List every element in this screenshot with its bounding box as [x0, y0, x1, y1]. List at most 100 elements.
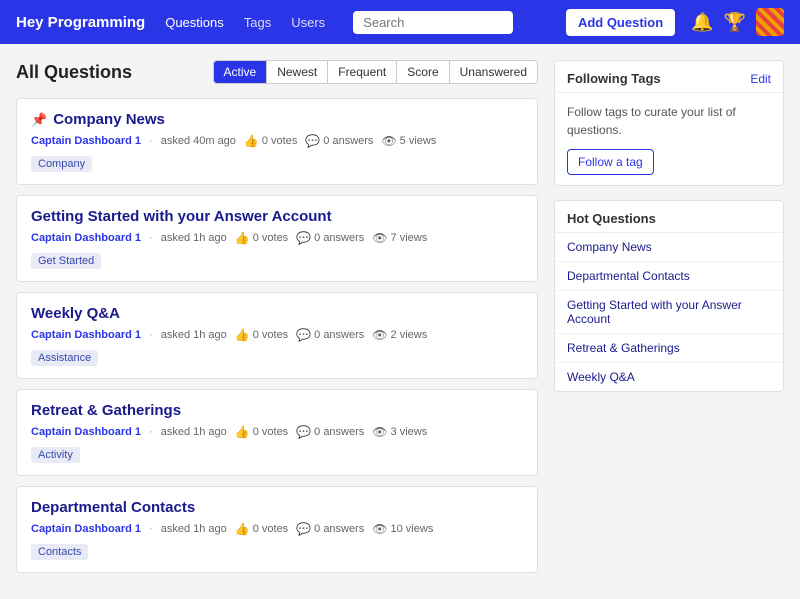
comment-icon: 💬: [296, 522, 311, 536]
question-tag[interactable]: Company: [31, 156, 92, 172]
question-item: 📌 Company News Captain Dashboard 1 · ask…: [16, 98, 538, 185]
eye-icon: 👁: [372, 231, 387, 245]
question-meta: Captain Dashboard 1 · asked 40m ago 👍 0 …: [31, 134, 523, 148]
hot-questions-list: Company NewsDepartmental ContactsGetting…: [555, 233, 783, 391]
tab-unanswered[interactable]: Unanswered: [450, 61, 537, 83]
question-meta: Captain Dashboard 1 · asked 1h ago 👍 0 v…: [31, 231, 523, 245]
search-input[interactable]: [353, 11, 513, 34]
question-meta: Captain Dashboard 1 · asked 1h ago 👍 0 v…: [31, 425, 523, 439]
question-item: Departmental Contacts Captain Dashboard …: [16, 486, 538, 573]
hot-question-item[interactable]: Departmental Contacts: [555, 262, 783, 291]
meta-votes: 👍 0 votes: [235, 425, 288, 439]
navbar: Hey Programming Questions Tags Users Add…: [0, 0, 800, 44]
meta-answers: 💬 0 answers: [296, 231, 364, 245]
hot-question-item[interactable]: Weekly Q&A: [555, 363, 783, 391]
trophy-icon[interactable]: 🏆: [724, 12, 746, 33]
all-questions-header: All Questions Active Newest Frequent Sco…: [16, 60, 538, 84]
hot-question-item[interactable]: Getting Started with your Answer Account: [555, 291, 783, 334]
hot-question-item[interactable]: Retreat & Gatherings: [555, 334, 783, 363]
following-tags-header: Following Tags Edit: [555, 61, 783, 93]
sidebar: Following Tags Edit Follow tags to curat…: [554, 60, 784, 583]
questions-column: All Questions Active Newest Frequent Sco…: [16, 60, 538, 583]
tab-newest[interactable]: Newest: [267, 61, 328, 83]
meta-views: 👁 3 views: [372, 425, 427, 439]
navbar-icon-group: 🔔 🏆: [691, 8, 784, 36]
question-tag[interactable]: Assistance: [31, 350, 98, 366]
question-item: Retreat & Gatherings Captain Dashboard 1…: [16, 389, 538, 476]
meta-answers: 💬 0 answers: [305, 134, 373, 148]
meta-author[interactable]: Captain Dashboard 1: [31, 232, 141, 244]
thumbs-up-icon: 👍: [235, 522, 250, 536]
meta-author[interactable]: Captain Dashboard 1: [31, 329, 141, 341]
tab-score[interactable]: Score: [397, 61, 449, 83]
comment-icon: 💬: [296, 425, 311, 439]
meta-time: asked 1h ago: [161, 426, 227, 438]
meta-time: asked 1h ago: [161, 329, 227, 341]
meta-time: asked 1h ago: [161, 523, 227, 535]
question-title[interactable]: Getting Started with your Answer Account: [31, 208, 523, 225]
meta-answers: 💬 0 answers: [296, 425, 364, 439]
meta-time: asked 1h ago: [161, 232, 227, 244]
hot-questions-card: Hot Questions Company NewsDepartmental C…: [554, 200, 784, 392]
question-title[interactable]: Weekly Q&A: [31, 305, 523, 322]
nav-users[interactable]: Users: [287, 13, 329, 32]
tab-active[interactable]: Active: [214, 61, 268, 83]
question-meta: Captain Dashboard 1 · asked 1h ago 👍 0 v…: [31, 328, 523, 342]
questions-list: 📌 Company News Captain Dashboard 1 · ask…: [16, 98, 538, 573]
meta-sep: ·: [149, 426, 153, 438]
eye-icon: 👁: [372, 522, 387, 536]
question-title[interactable]: 📌 Company News: [31, 111, 523, 128]
meta-author[interactable]: Captain Dashboard 1: [31, 426, 141, 438]
thumbs-up-icon: 👍: [235, 231, 250, 245]
pin-icon: 📌: [31, 112, 47, 128]
user-avatar[interactable]: [756, 8, 784, 36]
hot-questions-title: Hot Questions: [567, 211, 656, 226]
filter-tabs: Active Newest Frequent Score Unanswered: [213, 60, 538, 84]
thumbs-up-icon: 👍: [235, 328, 250, 342]
page-body: All Questions Active Newest Frequent Sco…: [0, 44, 800, 599]
thumbs-up-icon: 👍: [244, 134, 259, 148]
meta-time: asked 40m ago: [161, 135, 236, 147]
meta-answers: 💬 0 answers: [296, 522, 364, 536]
following-tags-card: Following Tags Edit Follow tags to curat…: [554, 60, 784, 186]
following-tags-edit[interactable]: Edit: [750, 72, 771, 86]
meta-answers: 💬 0 answers: [296, 328, 364, 342]
meta-views: 👁 7 views: [372, 231, 427, 245]
question-tag[interactable]: Activity: [31, 447, 80, 463]
question-title[interactable]: Departmental Contacts: [31, 499, 523, 516]
question-tag[interactable]: Get Started: [31, 253, 101, 269]
bell-icon[interactable]: 🔔: [691, 12, 713, 33]
comment-icon: 💬: [305, 134, 320, 148]
follow-tag-button[interactable]: Follow a tag: [567, 149, 654, 175]
hot-question-item[interactable]: Company News: [555, 233, 783, 262]
question-item: Weekly Q&A Captain Dashboard 1 · asked 1…: [16, 292, 538, 379]
add-question-button[interactable]: Add Question: [566, 9, 675, 36]
meta-author[interactable]: Captain Dashboard 1: [31, 523, 141, 535]
nav-tags[interactable]: Tags: [240, 13, 275, 32]
question-item: Getting Started with your Answer Account…: [16, 195, 538, 282]
following-tags-title: Following Tags: [567, 71, 661, 86]
meta-sep: ·: [149, 523, 153, 535]
eye-icon: 👁: [372, 328, 387, 342]
meta-votes: 👍 0 votes: [235, 522, 288, 536]
tab-frequent[interactable]: Frequent: [328, 61, 397, 83]
brand-logo: Hey Programming: [16, 14, 145, 31]
question-title[interactable]: Retreat & Gatherings: [31, 402, 523, 419]
search-container: [353, 11, 513, 34]
following-tags-body: Follow tags to curate your list of quest…: [555, 93, 783, 185]
question-meta: Captain Dashboard 1 · asked 1h ago 👍 0 v…: [31, 522, 523, 536]
eye-icon: 👁: [372, 425, 387, 439]
comment-icon: 💬: [296, 328, 311, 342]
meta-sep: ·: [149, 232, 153, 244]
question-tag[interactable]: Contacts: [31, 544, 88, 560]
meta-sep: ·: [149, 329, 153, 341]
eye-icon: 👁: [381, 134, 396, 148]
meta-author[interactable]: Captain Dashboard 1: [31, 135, 141, 147]
follow-tags-description: Follow tags to curate your list of quest…: [567, 103, 771, 139]
thumbs-up-icon: 👍: [235, 425, 250, 439]
nav-questions[interactable]: Questions: [161, 13, 228, 32]
meta-sep: ·: [149, 135, 153, 147]
comment-icon: 💬: [296, 231, 311, 245]
meta-views: 👁 2 views: [372, 328, 427, 342]
meta-votes: 👍 0 votes: [235, 231, 288, 245]
